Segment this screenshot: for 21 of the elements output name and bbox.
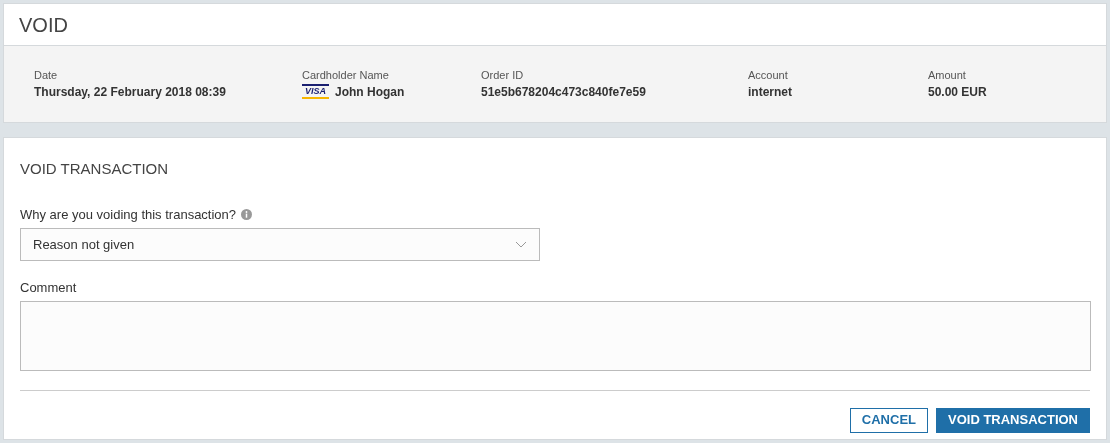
page-title: VOID <box>19 12 68 38</box>
field-label: Cardholder Name <box>302 67 390 83</box>
field-value: 51e5b678204c473c840fe7e59 <box>481 83 646 101</box>
field-value: internet <box>748 83 792 101</box>
card-logo: VISA <box>302 84 329 99</box>
field-value: 50.00 EUR <box>928 83 987 101</box>
field-label: Comment <box>20 279 78 297</box>
cancel-button[interactable]: CANCEL <box>849 407 928 433</box>
reason-dropdown[interactable]: Reason not given <box>20 228 540 261</box>
section-title: VOID TRANSACTION <box>20 159 170 179</box>
field-label: Account <box>748 67 789 83</box>
field-value: Thursday, 22 February 2018 08:39 <box>34 83 226 101</box>
field-label: Date <box>34 67 59 83</box>
field-label: Order ID <box>481 67 525 83</box>
field-label: Why are you voiding this transaction? <box>20 205 237 224</box>
comment-field[interactable] <box>20 300 1091 371</box>
chevron-down-icon <box>515 241 527 248</box>
void-button[interactable]: VOID TRANSACTION <box>936 407 1090 433</box>
field-value: John Hogan <box>335 83 405 101</box>
info-icon <box>241 208 253 220</box>
field-label: Amount <box>928 67 967 83</box>
